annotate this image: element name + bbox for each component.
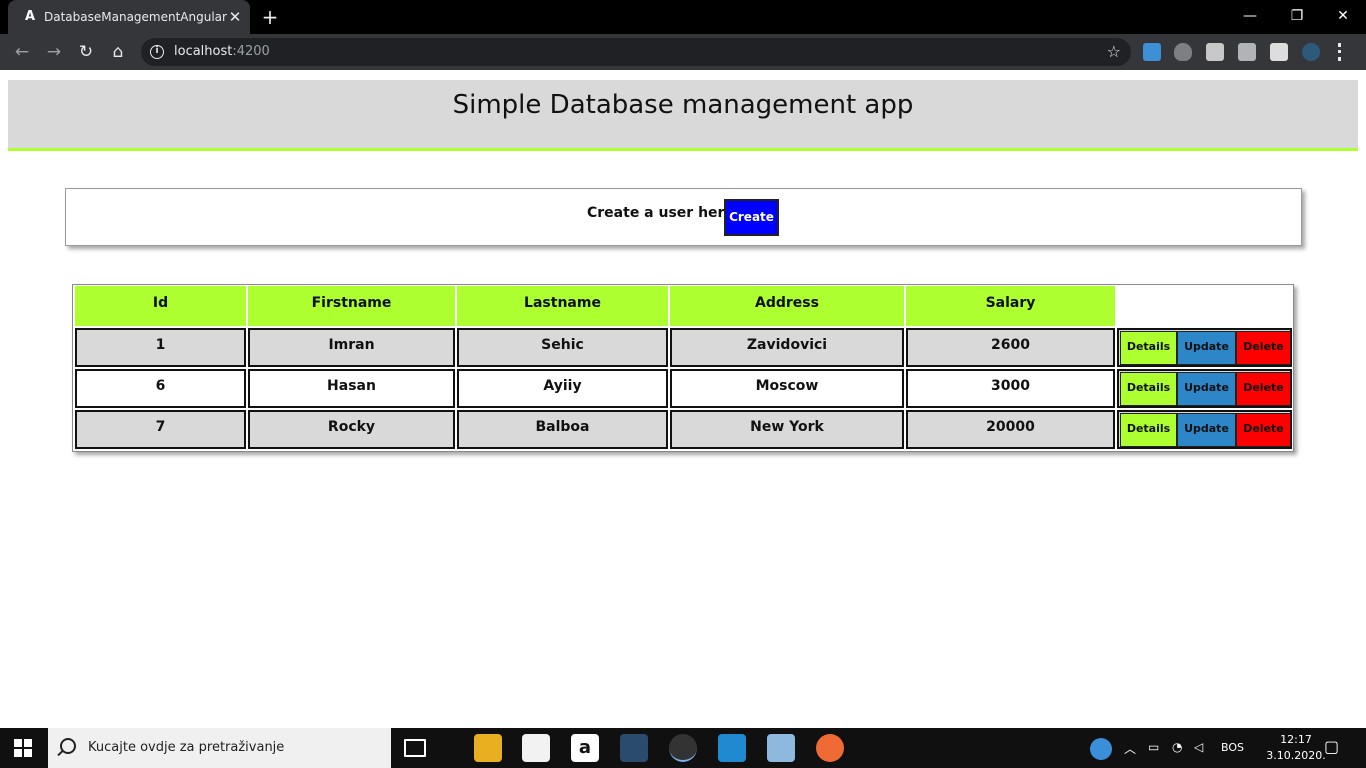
update-button[interactable]: Update bbox=[1177, 413, 1236, 447]
details-button[interactable]: Details bbox=[1120, 413, 1177, 447]
page-title: Simple Database management app bbox=[452, 90, 914, 120]
tab-close-icon[interactable]: ✕ bbox=[226, 8, 244, 26]
help-icon[interactable] bbox=[1090, 738, 1112, 760]
delete-button[interactable]: Delete bbox=[1236, 413, 1291, 447]
chevron-up-icon[interactable]: ︿ bbox=[1124, 740, 1136, 757]
cube-extension-icon[interactable] bbox=[1238, 43, 1256, 61]
cell-firstname: Rocky bbox=[248, 410, 455, 449]
angular-icon: A bbox=[24, 9, 36, 24]
task-view-icon[interactable] bbox=[404, 739, 426, 757]
create-user-panel: Create a user here! Create bbox=[65, 188, 1302, 246]
cell-address: Moscow bbox=[670, 369, 904, 408]
create-prompt: Create a user here! bbox=[587, 205, 741, 221]
row-actions: Details Update Delete bbox=[1117, 410, 1292, 449]
bookmark-star-icon[interactable]: ☆ bbox=[1107, 42, 1121, 62]
create-button[interactable]: Create bbox=[724, 199, 779, 236]
window-extension-icon[interactable] bbox=[1206, 43, 1224, 61]
virtualbox-icon[interactable] bbox=[767, 734, 795, 762]
back-icon[interactable]: ← bbox=[12, 42, 32, 62]
header-lastname: Lastname bbox=[457, 286, 668, 326]
tab-title: DatabaseManagementAngular bbox=[44, 10, 227, 24]
cell-salary: 20000 bbox=[906, 410, 1115, 449]
amazon-icon[interactable]: a bbox=[571, 734, 599, 762]
notifications-icon[interactable]: ▢ bbox=[1324, 737, 1339, 756]
close-window-icon[interactable]: ✕ bbox=[1333, 6, 1353, 26]
volume-icon[interactable]: ◁ bbox=[1194, 740, 1203, 754]
clock-time: 12:17 bbox=[1280, 733, 1312, 746]
windows-taskbar: Kucajte ovdje za pretraživanje a ︿ ▭ ◔ ◁… bbox=[0, 728, 1366, 768]
restore-icon[interactable]: ❐ bbox=[1287, 6, 1307, 26]
header-firstname: Firstname bbox=[248, 286, 455, 326]
battery-icon[interactable]: ▭ bbox=[1148, 740, 1159, 754]
cell-salary: 2600 bbox=[906, 328, 1115, 367]
row-actions: Details Update Delete bbox=[1117, 369, 1292, 408]
page-header: Simple Database management app bbox=[8, 80, 1358, 151]
cell-id: 7 bbox=[75, 410, 246, 449]
clock[interactable]: 12:17 3.10.2020. bbox=[1266, 732, 1326, 764]
search-icon bbox=[60, 738, 76, 754]
cell-id: 6 bbox=[75, 369, 246, 408]
cell-id: 1 bbox=[75, 328, 246, 367]
browser-toolbar: ← → ↻ ⌂ i localhost:4200 ☆ bbox=[0, 34, 1366, 70]
update-button[interactable]: Update bbox=[1177, 331, 1236, 365]
new-tab-button[interactable]: + bbox=[260, 7, 280, 27]
postman-icon[interactable] bbox=[816, 734, 844, 762]
browser-tab[interactable]: A DatabaseManagementAngular ✕ bbox=[8, 0, 250, 34]
header-id: Id bbox=[75, 286, 246, 326]
mysql-workbench-icon[interactable] bbox=[620, 734, 648, 762]
chrome-icon[interactable] bbox=[669, 734, 697, 762]
puzzle-extensions-icon[interactable] bbox=[1270, 43, 1288, 61]
home-icon[interactable]: ⌂ bbox=[108, 42, 128, 62]
delete-button[interactable]: Delete bbox=[1236, 372, 1291, 406]
file-explorer-icon[interactable] bbox=[474, 734, 502, 762]
cell-lastname: Ayiiy bbox=[457, 369, 668, 408]
minimize-icon[interactable]: — bbox=[1240, 6, 1260, 26]
cell-lastname: Sehic bbox=[457, 328, 668, 367]
delete-button[interactable]: Delete bbox=[1236, 331, 1291, 365]
update-button[interactable]: Update bbox=[1177, 372, 1236, 406]
url-text: localhost:4200 bbox=[174, 44, 270, 59]
details-button[interactable]: Details bbox=[1120, 372, 1177, 406]
header-salary: Salary bbox=[906, 286, 1115, 326]
browser-tab-strip: A DatabaseManagementAngular ✕ + — ❐ ✕ bbox=[0, 0, 1366, 34]
wifi-icon[interactable]: ◔ bbox=[1172, 740, 1182, 754]
cell-firstname: Imran bbox=[248, 328, 455, 367]
windows-start-icon[interactable] bbox=[14, 739, 32, 757]
store-icon[interactable] bbox=[522, 734, 550, 762]
cell-address: Zavidovici bbox=[670, 328, 904, 367]
clock-date: 3.10.2020. bbox=[1266, 749, 1326, 762]
cell-salary: 3000 bbox=[906, 369, 1115, 408]
cell-address: New York bbox=[670, 410, 904, 449]
cell-firstname: Hasan bbox=[248, 369, 455, 408]
vscode-icon[interactable] bbox=[718, 734, 746, 762]
reload-icon[interactable]: ↻ bbox=[76, 42, 96, 62]
forward-icon[interactable]: → bbox=[44, 42, 64, 62]
cell-lastname: Balboa bbox=[457, 410, 668, 449]
search-placeholder: Kucajte ovdje za pretraživanje bbox=[88, 740, 285, 755]
header-address: Address bbox=[670, 286, 904, 326]
taskbar-search-box[interactable]: Kucajte ovdje za pretraživanje bbox=[48, 728, 391, 768]
row-actions: Details Update Delete bbox=[1117, 328, 1292, 367]
language-indicator[interactable]: BOS bbox=[1221, 741, 1244, 754]
users-table: Id Firstname Lastname Address Salary 1 I… bbox=[72, 284, 1294, 452]
details-button[interactable]: Details bbox=[1120, 331, 1177, 365]
shield-extension-icon[interactable] bbox=[1174, 43, 1192, 61]
menu-dots-icon[interactable] bbox=[1338, 43, 1342, 61]
profile-avatar[interactable] bbox=[1302, 43, 1320, 61]
address-bar[interactable]: i localhost:4200 ☆ bbox=[141, 38, 1131, 66]
download-extension-icon[interactable] bbox=[1143, 43, 1161, 61]
site-info-icon[interactable]: i bbox=[150, 45, 164, 59]
